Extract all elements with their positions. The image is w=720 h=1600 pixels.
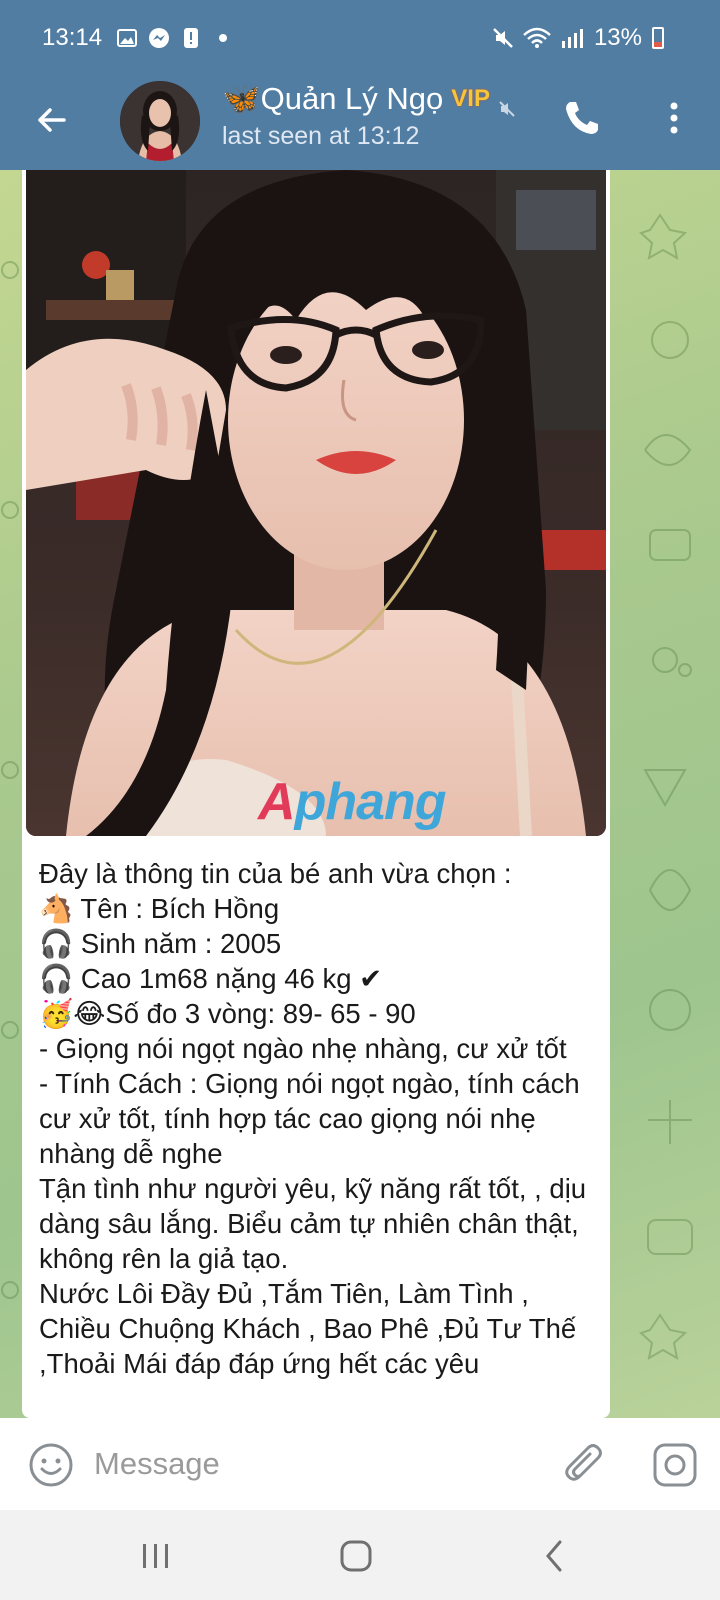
muted-icon	[498, 90, 516, 117]
message-line-text: - Giọng nói ngọt ngào nhẹ nhàng, cư xử t…	[39, 1033, 567, 1064]
back-icon[interactable]	[536, 1538, 576, 1574]
message-line: Nước Lôi Đầy Đủ ,Tắm Tiên, Làm Tình , Ch…	[39, 1276, 599, 1381]
message-line: 🥳😂Số đo 3 vòng: 89- 65 - 90	[39, 996, 599, 1031]
message-line-text: Số đo 3 vòng: 89- 65 - 90	[105, 998, 416, 1029]
status-right-icons: 13%	[492, 24, 664, 52]
photo-watermark: Aphang	[258, 773, 447, 831]
emoji: 🥳😂	[39, 998, 106, 1029]
status-left-icons	[116, 27, 234, 49]
message-line: 🐴 Tên : Bích Hồng	[39, 891, 599, 926]
phone-icon[interactable]	[560, 96, 604, 140]
message-line-text: Nước Lôi Đầy Đủ ,Tắm Tiên, Làm Tình , Ch…	[39, 1278, 577, 1379]
chat-header: 🦋Quản Lý Ngọ VIP last seen at 13:12	[0, 78, 720, 170]
emoji: 🎧	[39, 928, 74, 959]
message-line-text: Tận tình như người yêu, kỹ năng rất tốt,…	[39, 1173, 587, 1274]
attachment-icon[interactable]	[562, 1440, 608, 1490]
messenger-icon	[148, 27, 170, 49]
system-navbar	[0, 1510, 720, 1600]
status-bar: 13:14 13%	[0, 0, 720, 78]
message-line-text: Đây là thông tin của bé anh vừa chọn :	[39, 858, 512, 889]
vip-badge: VIP	[451, 84, 490, 112]
message-line-text: Tên : Bích Hồng	[73, 893, 280, 924]
message-line: 🎧 Cao 1m68 nặng 46 kg ✔	[39, 961, 599, 996]
message-input[interactable]	[94, 1440, 514, 1488]
emoji-icon[interactable]	[28, 1442, 74, 1488]
home-icon[interactable]	[336, 1538, 376, 1574]
message-line: Đây là thông tin của bé anh vừa chọn :	[39, 856, 599, 891]
recent-apps-icon[interactable]	[136, 1538, 176, 1574]
message-line: 🎧 Sinh năm : 2005	[39, 926, 599, 961]
message-photo[interactable]: Aphang	[26, 170, 606, 836]
message-line: - Tính Cách : Giọng nói ngọt ngào, tính …	[39, 1066, 599, 1171]
camera-icon[interactable]	[652, 1442, 698, 1488]
message-bubble[interactable]: Aphang Đây là thông tin của bé anh vừa c…	[22, 170, 610, 1418]
signal-icon	[560, 27, 586, 49]
emoji: 🐴	[39, 893, 74, 924]
message-line-text: - Tính Cách : Giọng nói ngọt ngào, tính …	[39, 1068, 580, 1169]
message-composer	[0, 1418, 720, 1510]
doodle-pattern	[639, 213, 693, 1360]
wifi-icon	[522, 27, 552, 49]
message-text: Đây là thông tin của bé anh vừa chọn : 🐴 …	[39, 856, 599, 1381]
alert-icon	[180, 27, 202, 49]
status-time: 13:14	[42, 24, 103, 51]
battery-icon	[652, 27, 664, 49]
message-line: - Giọng nói ngọt ngào nhẹ nhàng, cư xử t…	[39, 1031, 599, 1066]
dot-icon	[212, 27, 234, 49]
message-line-text: Sinh năm : 2005	[73, 928, 282, 959]
emoji: 🎧	[39, 963, 74, 994]
battery-percent: 13%	[593, 24, 642, 51]
more-vertical-icon[interactable]	[656, 96, 692, 140]
doodle-pattern-left	[1, 261, 19, 1299]
message-line: Tận tình như người yêu, kỹ năng rất tốt,…	[39, 1171, 599, 1276]
chat-title-text: 🦋Quản Lý Ngọ	[222, 81, 444, 116]
last-seen-status: last seen at 13:12	[222, 122, 420, 150]
avatar[interactable]	[120, 81, 200, 161]
gallery-icon	[116, 27, 138, 49]
message-line-text: Cao 1m68 nặng 46 kg ✔	[73, 963, 383, 994]
back-arrow-icon[interactable]	[30, 98, 74, 142]
chat-title[interactable]: 🦋Quản Lý Ngọ VIP	[222, 80, 552, 117]
mute-icon	[492, 27, 514, 49]
